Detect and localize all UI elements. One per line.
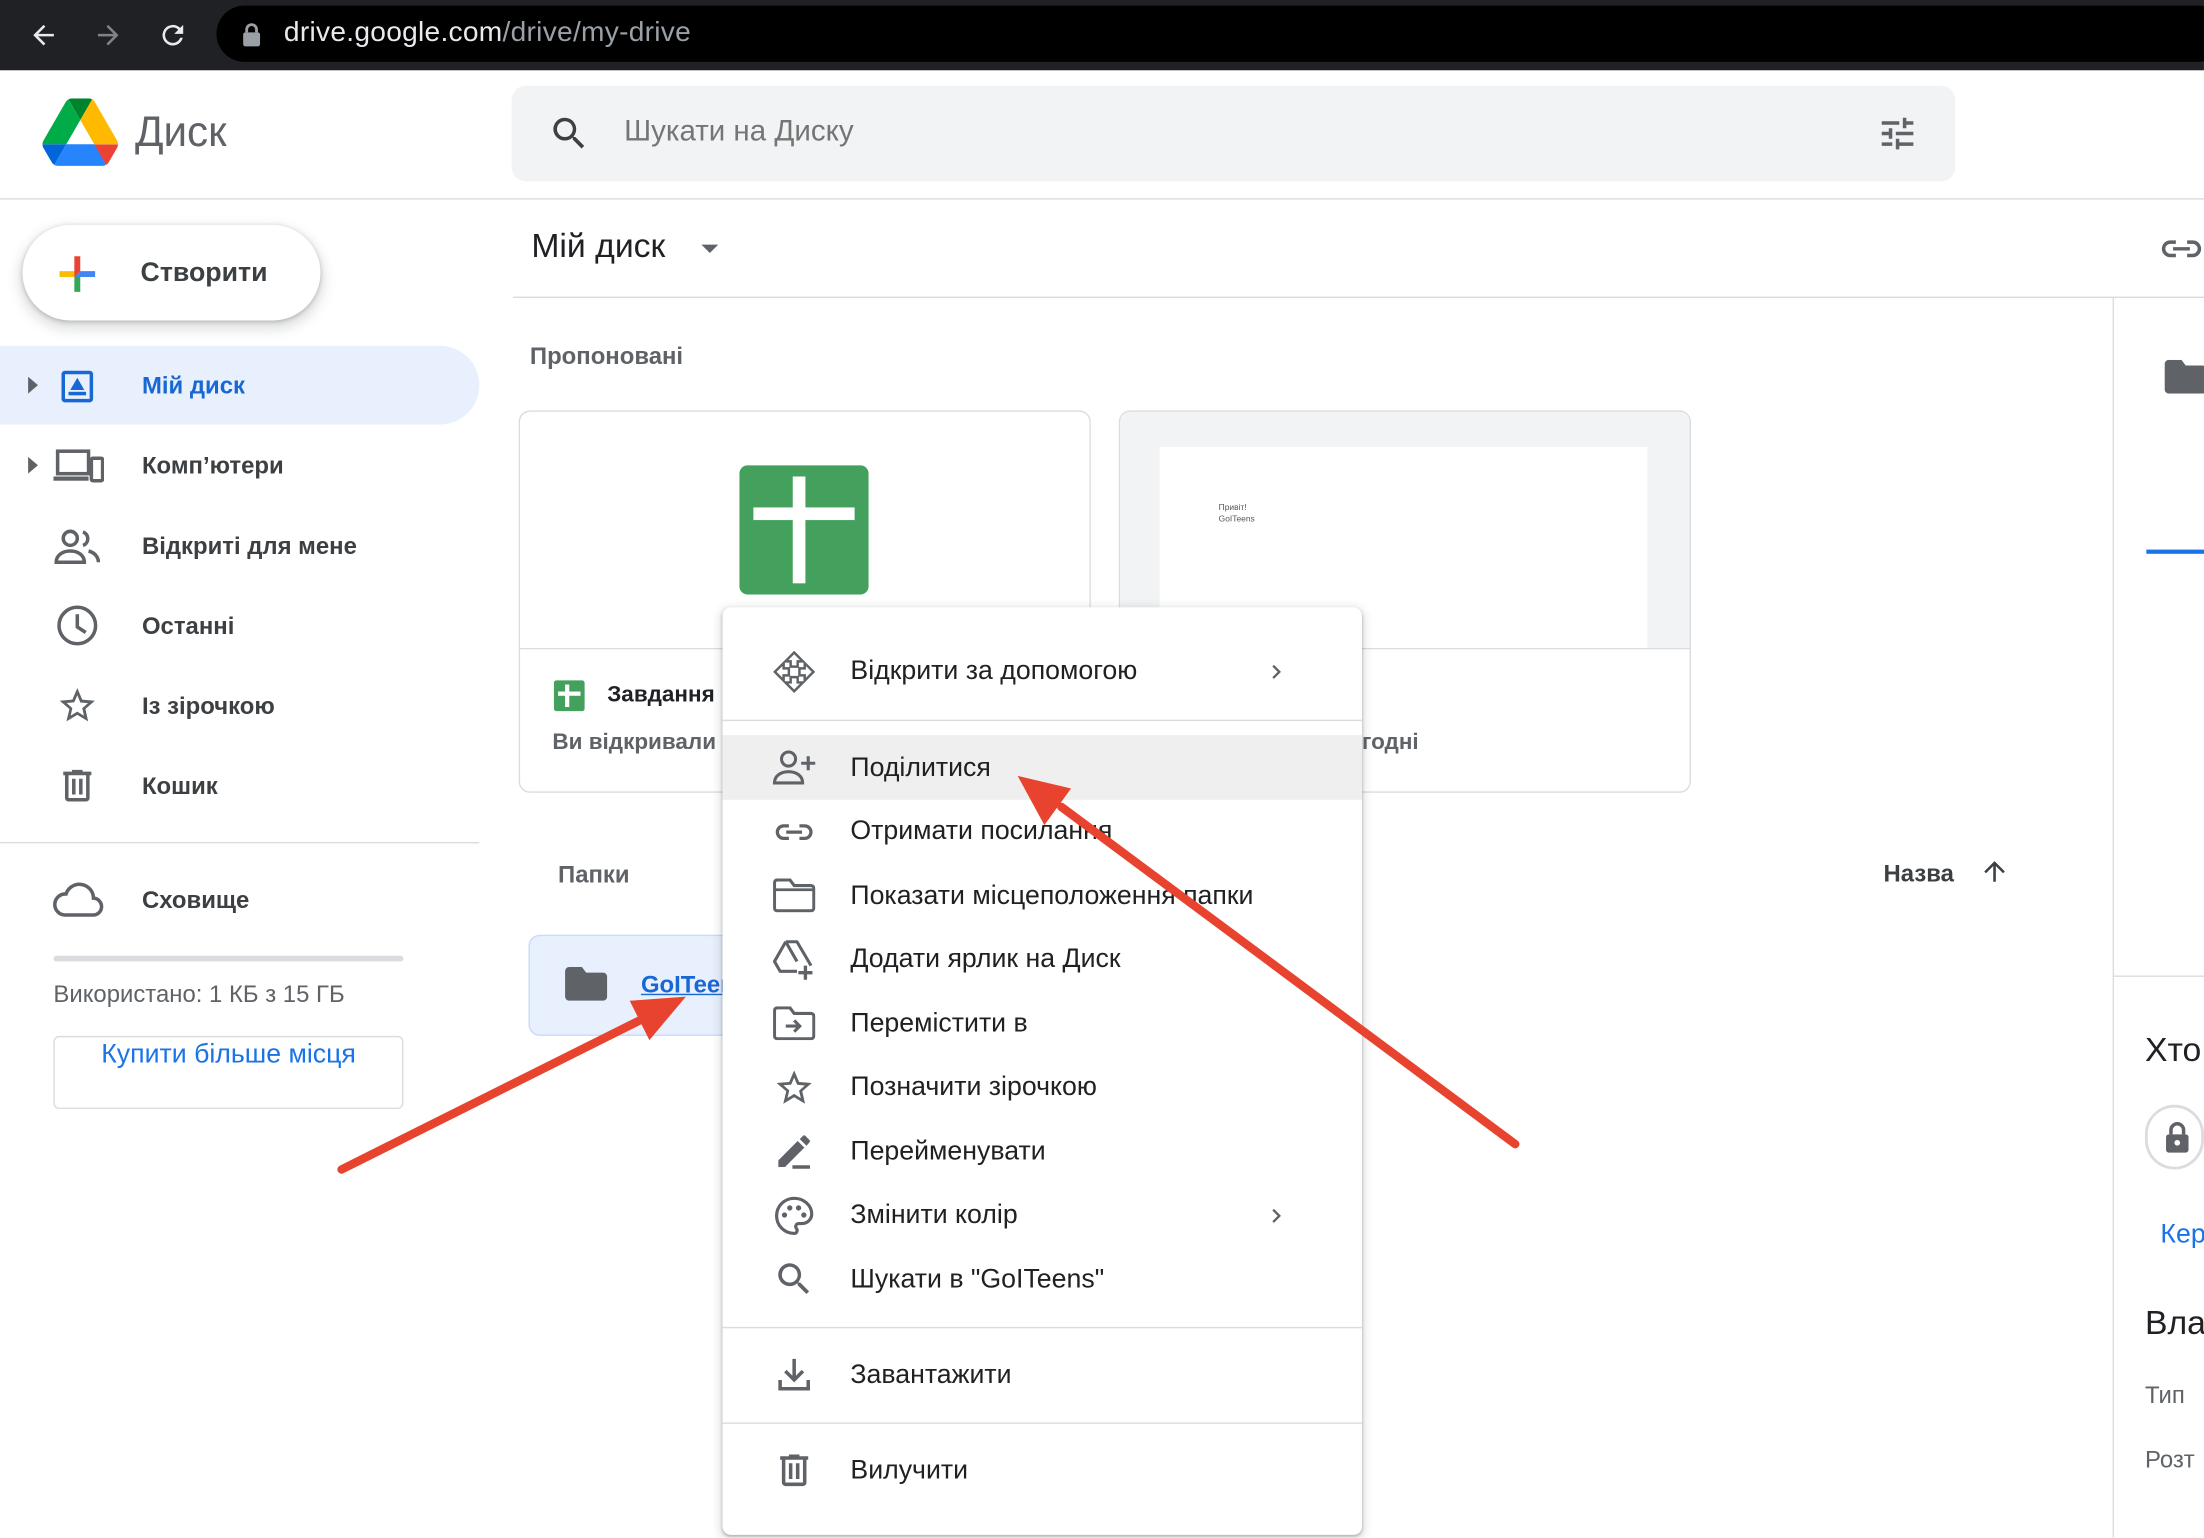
rename-icon (770, 1127, 818, 1175)
chevron-right-icon (1262, 658, 1290, 686)
move-icon (770, 999, 818, 1047)
create-label: Створити (140, 258, 268, 289)
details-panel (2112, 297, 2204, 1538)
search-icon[interactable] (548, 112, 590, 154)
menu-item-remove[interactable] (722, 1438, 1362, 1503)
add-shortcut-icon (770, 936, 818, 984)
menu-item-label: Додати ярлик на Диск (850, 944, 1121, 975)
search-icon (770, 1255, 818, 1303)
folder-icon (565, 967, 608, 1001)
menu-item-label: Змінити колір (850, 1200, 1018, 1230)
properties-heading: Вла (2144, 1304, 2204, 1343)
menu-item-label: Шукати в "GoITeens" (850, 1265, 1105, 1295)
menu-item-label: Завантажити (850, 1360, 1012, 1391)
my-drive-icon (56, 365, 98, 407)
link-icon (770, 808, 818, 856)
clock-icon (56, 604, 98, 646)
cloud-icon (51, 880, 104, 919)
sidebar-item-label: Відкриті для мене (141, 532, 357, 560)
location-label: Розт (2144, 1446, 2195, 1474)
open-with-icon (770, 648, 818, 696)
sheets-icon (553, 680, 585, 712)
menu-divider (722, 719, 1363, 722)
lock-icon (2165, 1120, 2190, 1154)
search-input[interactable] (624, 115, 1609, 149)
folder-icon (770, 871, 818, 919)
sidebar-item-label: Кошик (141, 773, 218, 800)
sidebar-item-label: Останні (141, 612, 235, 640)
menu-item-label: Перемістити в (850, 1009, 1028, 1039)
download-icon (770, 1351, 818, 1399)
suggested-heading: Пропоновані (529, 342, 684, 370)
forward-button[interactable] (87, 14, 129, 56)
buy-storage-label: Купити більше місця (101, 1040, 356, 1070)
type-label: Тип (2144, 1381, 2185, 1409)
shared-icon (53, 527, 101, 566)
star-icon (770, 1064, 818, 1112)
sort-label[interactable]: Назва (1884, 860, 1954, 888)
menu-divider (722, 1422, 1363, 1424)
menu-item-label: Поділитися (850, 753, 991, 783)
storage-label[interactable]: Сховище (142, 887, 249, 915)
url-text: drive.google.com/drive/my-drive (283, 16, 692, 48)
header-divider (513, 296, 2204, 298)
star-icon (56, 685, 98, 727)
reload-button[interactable] (152, 14, 194, 56)
link-icon[interactable] (2159, 233, 2204, 264)
card-activity-text: годні (1362, 730, 1419, 755)
chevron-down-icon[interactable] (700, 242, 720, 256)
menu-item-move-to[interactable] (722, 991, 1362, 1056)
who-has-access-heading: Хто (2144, 1031, 2202, 1070)
folder-icon (2164, 359, 2204, 394)
menu-item-label: Перейменувати (850, 1137, 1046, 1167)
palette-icon (770, 1192, 818, 1240)
sidebar-divider (0, 841, 480, 844)
storage-progress-bar (53, 955, 404, 962)
expand-arrow-icon[interactable] (25, 375, 39, 395)
drive-logo-icon[interactable] (42, 98, 119, 166)
sheets-thumbnail-icon (739, 465, 869, 595)
sidebar-item-label: Мій диск (141, 372, 245, 400)
arrow-up-icon[interactable] (1979, 856, 2010, 887)
menu-item-label: Вилучити (850, 1456, 969, 1486)
menu-item-label: Позначити зірочкою (850, 1072, 1097, 1102)
expand-arrow-icon[interactable] (25, 455, 39, 475)
search-options-icon[interactable] (1876, 112, 1918, 154)
details-tab-indicator (2146, 549, 2204, 554)
plus-icon (51, 247, 104, 300)
menu-item-share[interactable] (722, 735, 1363, 800)
details-divider (2114, 975, 2204, 977)
lock-icon (242, 22, 262, 47)
sidebar-item-label: Комп’ютери (141, 452, 284, 480)
trash-icon (770, 1446, 818, 1494)
menu-item-label: Отримати посилання (850, 816, 1113, 847)
menu-item-label: Показати місцеположення папки (850, 881, 1254, 911)
storage-usage-text: Використано: 1 КБ з 15 ГБ (53, 981, 345, 1008)
menu-divider (722, 1326, 1363, 1329)
card-activity-text: Ви відкривали (552, 730, 717, 755)
card-file-name: Завдання (607, 683, 715, 708)
share-person-icon (770, 744, 818, 792)
page-title[interactable]: Мій диск (531, 228, 665, 267)
menu-item-download[interactable] (722, 1342, 1362, 1407)
folders-heading: Папки (558, 861, 630, 889)
back-button[interactable] (22, 14, 64, 56)
doc-preview-line: Привіт! (1218, 504, 1247, 514)
trash-icon (56, 765, 98, 807)
sidebar-item-label: Із зірочкою (141, 692, 275, 720)
doc-preview-line: GoITeens (1218, 515, 1255, 525)
manage-access-link[interactable]: Кер (2160, 1220, 2204, 1251)
menu-item-label: Відкрити за допомогою (850, 656, 1138, 686)
computers-icon (53, 447, 105, 486)
chevron-right-icon (1262, 1202, 1290, 1230)
app-title: Диск (134, 109, 227, 157)
